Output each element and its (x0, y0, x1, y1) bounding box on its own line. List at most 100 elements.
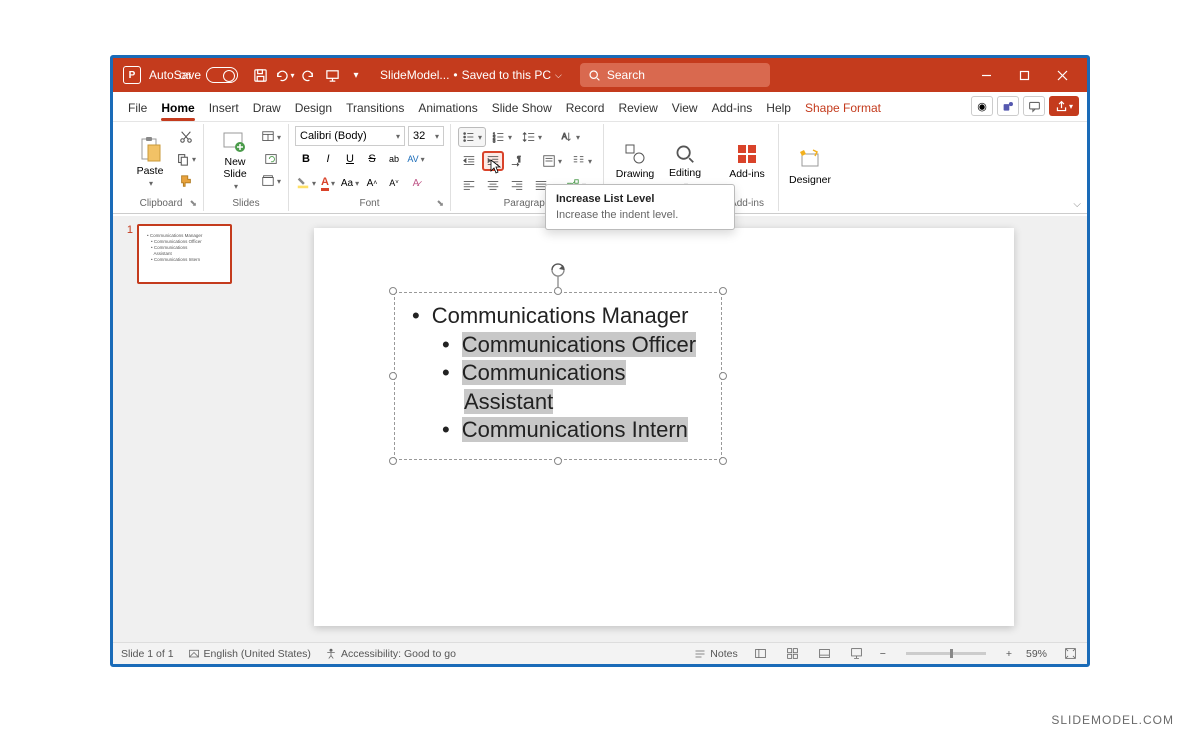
text-box[interactable]: Communications Manager Communications Of… (394, 292, 722, 460)
bullets-button[interactable]: ▾ (458, 127, 486, 147)
format-painter-icon[interactable] (176, 171, 196, 191)
font-launcher-icon[interactable]: ⬊ (436, 198, 444, 209)
reset-icon[interactable] (261, 149, 281, 169)
text-direction-button[interactable]: A▾ (556, 127, 584, 147)
strikethrough-button[interactable]: S (362, 149, 382, 169)
undo-icon[interactable]: ▾ (273, 64, 295, 86)
resize-handle-sw[interactable] (389, 457, 397, 465)
font-color-button[interactable]: A▾ (318, 173, 338, 193)
decrease-indent-button[interactable] (458, 151, 480, 171)
resize-handle-s[interactable] (554, 457, 562, 465)
zoom-thumb[interactable] (950, 649, 953, 658)
shrink-font-button[interactable]: A˅ (384, 173, 404, 193)
tab-addins[interactable]: Add-ins (705, 97, 760, 121)
underline-button[interactable]: U (340, 149, 360, 169)
camera-button[interactable]: ◉ (971, 96, 993, 116)
layout-icon[interactable]: ▾ (261, 127, 281, 147)
search-input[interactable]: Search (580, 63, 770, 87)
rotate-handle-icon[interactable] (549, 262, 567, 290)
zoom-out-button[interactable]: − (880, 648, 886, 660)
collapse-ribbon-icon[interactable]: ⌵ (1073, 199, 1081, 210)
slide-canvas[interactable]: Communications Manager Communications Of… (241, 216, 1087, 642)
teams-button[interactable] (997, 96, 1019, 116)
section-icon[interactable]: ▾ (261, 171, 281, 191)
customize-qat-icon[interactable]: ▾ (345, 64, 367, 86)
slide-thumbnail-panel[interactable]: 1 • Communications Manager • Communicati… (113, 216, 241, 642)
tab-shape-format[interactable]: Shape Format (798, 97, 888, 121)
paste-button[interactable]: Paste ▾ (125, 126, 175, 196)
close-button[interactable] (1043, 58, 1081, 92)
numbering-button[interactable]: 123▾ (488, 127, 516, 147)
align-center-button[interactable] (482, 175, 504, 195)
resize-handle-ne[interactable] (719, 287, 727, 295)
share-button[interactable]: ▾ (1049, 96, 1079, 116)
slide-counter[interactable]: Slide 1 of 1 (121, 648, 174, 660)
tab-review[interactable]: Review (611, 97, 664, 121)
normal-view-icon[interactable] (752, 646, 770, 662)
resize-handle-e[interactable] (719, 372, 727, 380)
font-name-select[interactable]: Calibri (Body)▾ (295, 126, 405, 146)
cut-icon[interactable] (176, 127, 196, 147)
character-spacing-button[interactable]: A͏V▾ (406, 149, 426, 169)
designer-button[interactable]: Designer (785, 126, 835, 207)
zoom-level[interactable]: 59% (1026, 648, 1047, 660)
slide-thumbnail-1[interactable]: • Communications Manager • Communication… (137, 224, 232, 284)
align-left-button[interactable] (458, 175, 480, 195)
text-shadow-button[interactable]: ab (384, 149, 404, 169)
autosave-toggle[interactable]: AutoSave Off (149, 67, 238, 83)
tab-record[interactable]: Record (559, 97, 612, 121)
highlight-button[interactable]: ▾ (296, 173, 316, 193)
notes-button[interactable]: Notes (694, 648, 737, 660)
tooltip-description: Increase the indent level. (556, 209, 724, 221)
copy-icon[interactable]: ▾ (176, 149, 196, 169)
resize-handle-se[interactable] (719, 457, 727, 465)
tab-draw[interactable]: Draw (246, 97, 288, 121)
change-case-button[interactable]: Aa▾ (340, 173, 360, 193)
tab-home[interactable]: Home (154, 97, 201, 121)
resize-handle-w[interactable] (389, 372, 397, 380)
paste-label: Paste (137, 165, 164, 177)
language-status[interactable]: English (United States) (188, 648, 311, 660)
tab-animations[interactable]: Animations (411, 97, 484, 121)
ltr-button[interactable]: ¶ (506, 151, 528, 171)
accessibility-status[interactable]: Accessibility: Good to go (325, 648, 456, 660)
increase-indent-button[interactable] (482, 151, 504, 171)
tab-design[interactable]: Design (288, 97, 339, 121)
align-right-button[interactable] (506, 175, 528, 195)
tab-view[interactable]: View (665, 97, 705, 121)
maximize-button[interactable] (1005, 58, 1043, 92)
tab-insert[interactable]: Insert (202, 97, 246, 121)
tab-help[interactable]: Help (759, 97, 798, 121)
reading-view-icon[interactable] (816, 646, 834, 662)
zoom-in-button[interactable]: + (1006, 648, 1012, 660)
bold-button[interactable]: B (296, 149, 316, 169)
resize-handle-n[interactable] (554, 287, 562, 295)
redo-icon[interactable] (297, 64, 319, 86)
group-font: Calibri (Body)▾ 32▾ B I U S ab A͏V▾ ▾ A▾… (289, 124, 451, 211)
slide[interactable]: Communications Manager Communications Of… (314, 228, 1014, 626)
comments-button[interactable] (1023, 96, 1045, 116)
tab-transitions[interactable]: Transitions (339, 97, 411, 121)
from-beginning-icon[interactable] (321, 64, 343, 86)
font-size-select[interactable]: 32▾ (408, 126, 444, 146)
clear-formatting-button[interactable]: A̷ (406, 173, 426, 193)
save-icon[interactable] (249, 64, 271, 86)
line-spacing-button[interactable]: ▾ (518, 127, 546, 147)
tab-slideshow[interactable]: Slide Show (485, 97, 559, 121)
new-slide-button[interactable]: New Slide▾ (210, 126, 260, 196)
sorter-view-icon[interactable] (784, 646, 802, 662)
addins-button[interactable]: Add-ins (722, 138, 772, 184)
slides-label: Slides (232, 198, 259, 209)
minimize-button[interactable] (967, 58, 1005, 92)
zoom-slider[interactable] (906, 652, 986, 655)
grow-font-button[interactable]: A˄ (362, 173, 382, 193)
fit-window-icon[interactable] (1061, 646, 1079, 662)
clipboard-launcher-icon[interactable]: ⬊ (189, 198, 197, 209)
italic-button[interactable]: I (318, 149, 338, 169)
align-text-button[interactable]: ▾ (538, 151, 566, 171)
save-status[interactable]: Saved to this PC (462, 68, 551, 82)
slideshow-view-icon[interactable] (848, 646, 866, 662)
tab-file[interactable]: File (121, 97, 154, 121)
columns-button[interactable]: ▾ (568, 151, 596, 171)
resize-handle-nw[interactable] (389, 287, 397, 295)
